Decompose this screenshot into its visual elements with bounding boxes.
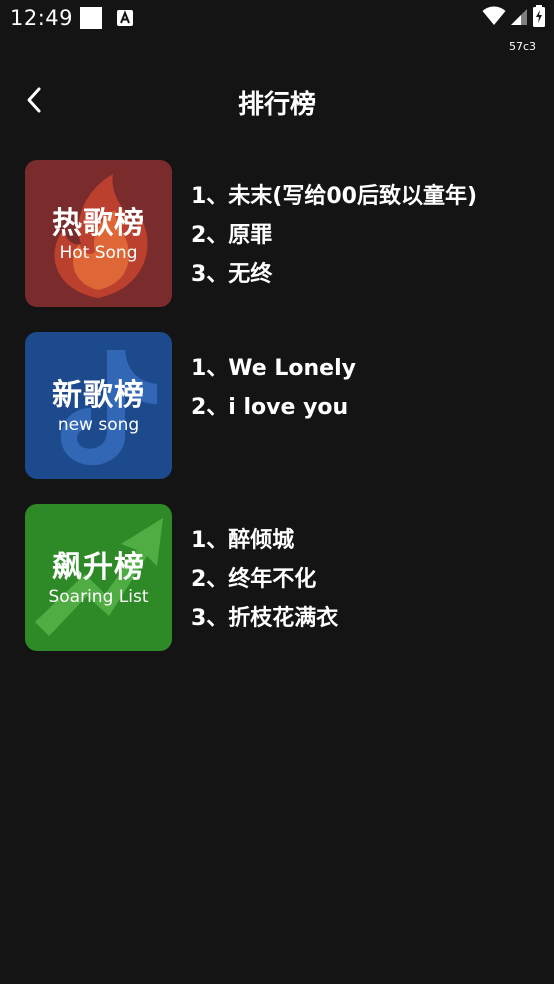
wifi-icon [482,6,506,30]
track-list: 1、醉倾城 2、终年不化 3、折枝花满衣 [191,504,338,651]
cover-new-song[interactable]: 新歌榜 new song [25,332,172,479]
build-tag: 57c3 [508,40,536,53]
status-bar: 12:49 [0,0,554,36]
track-item[interactable]: 1、We Lonely [191,349,356,388]
track-item[interactable]: 1、未末(写给00后致以童年) [191,177,477,216]
track-list: 1、We Lonely 2、i love you [191,332,356,479]
track-list: 1、未末(写给00后致以童年) 2、原罪 3、无终 [191,160,477,307]
signal-icon [510,6,528,30]
notification-square-icon [80,7,102,29]
track-item[interactable]: 3、折枝花满衣 [191,599,338,638]
cover-soaring-list[interactable]: 飙升榜 Soaring List [25,504,172,651]
status-time: 12:49 [10,6,74,30]
cover-hot-song[interactable]: 热歌榜 Hot Song [25,160,172,307]
status-icons [482,5,546,31]
cover-subtitle: Hot Song [59,243,138,263]
notification-a-icon [117,10,133,26]
cover-subtitle: Soaring List [48,587,149,607]
track-item[interactable]: 2、i love you [191,388,356,427]
track-item[interactable]: 3、无终 [191,255,477,294]
track-item[interactable]: 1、醉倾城 [191,521,338,560]
cover-subtitle: new song [57,415,140,435]
rank-card-hot-song[interactable]: 热歌榜 Hot Song 1、未末(写给00后致以童年) 2、原罪 3、无终 [25,160,535,307]
rank-card-new-song[interactable]: 新歌榜 new song 1、We Lonely 2、i love you [25,332,535,479]
header: 排行榜 [0,70,554,132]
cover-title: 飙升榜 [52,550,145,585]
rank-list: 热歌榜 Hot Song 1、未末(写给00后致以童年) 2、原罪 3、无终 新… [25,160,535,676]
cover-title: 新歌榜 [52,378,145,413]
cover-title: 热歌榜 [52,206,145,241]
battery-icon [532,5,546,31]
track-item[interactable]: 2、原罪 [191,216,477,255]
track-item[interactable]: 2、终年不化 [191,560,338,599]
rank-card-soaring-list[interactable]: 飙升榜 Soaring List 1、醉倾城 2、终年不化 3、折枝花满衣 [25,504,535,651]
page-title: 排行榜 [237,90,316,120]
